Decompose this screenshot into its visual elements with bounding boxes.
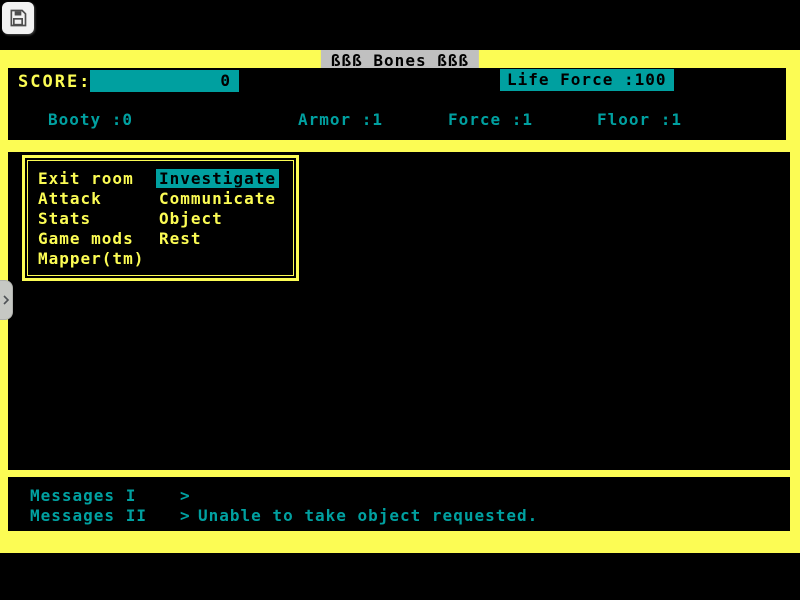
message-2-text: Unable to take object requested. [198,506,538,525]
stat-booty: Booty :0 [48,110,133,129]
messages-panel: Messages I> Messages II>Unable to take o… [8,477,790,531]
message-row-2: Messages II>Unable to take object reques… [8,506,790,526]
status-panel: SCORE: 0 Life Force :100 Booty :0 Armor … [8,68,786,140]
stat-armor: Armor :1 [298,110,383,129]
menu-item-attack[interactable]: Attack [38,189,159,209]
menu-item-stats[interactable]: Stats [38,209,159,229]
save-button[interactable] [2,2,34,34]
menu-item-mapper[interactable]: Mapper(tm) [38,249,159,269]
menu-item-object[interactable]: Object [159,209,293,229]
stat-floor: Floor :1 [597,110,682,129]
main-panel: Exit room Investigate Attack Communicate… [8,152,790,470]
action-menu-border: Exit room Investigate Attack Communicate… [27,160,294,276]
game-frame: ßßß Bones ßßß SCORE: 0 Life Force :100 B… [0,50,800,553]
message-row-1: Messages I> [8,477,790,506]
floppy-disk-icon [8,8,28,28]
stat-force: Force :1 [448,110,533,129]
score-bar: 0 [90,70,239,92]
menu-item-investigate[interactable]: Investigate [159,169,293,189]
score-value: 0 [220,71,230,90]
screen: ßßß Bones ßßß SCORE: 0 Life Force :100 B… [0,0,800,600]
chevron-right-icon [2,294,10,306]
life-force-badge: Life Force :100 [500,69,674,91]
menu-item-rest[interactable]: Rest [159,229,293,249]
menu-item-communicate[interactable]: Communicate [159,189,293,209]
action-menu: Exit room Investigate Attack Communicate… [22,155,299,281]
side-drawer-handle[interactable] [0,280,13,320]
selected-menu-highlight: Investigate [156,169,279,188]
message-2-label: Messages II [30,506,180,526]
message-2-prompt: > [180,506,198,526]
menu-cell-empty [159,249,293,269]
message-1-label: Messages I [30,486,180,506]
score-label: SCORE: [18,72,91,92]
menu-item-game-mods[interactable]: Game mods [38,229,159,249]
message-1-prompt: > [180,486,198,506]
menu-item-exit-room[interactable]: Exit room [38,169,159,189]
action-menu-grid: Exit room Investigate Attack Communicate… [38,169,293,269]
